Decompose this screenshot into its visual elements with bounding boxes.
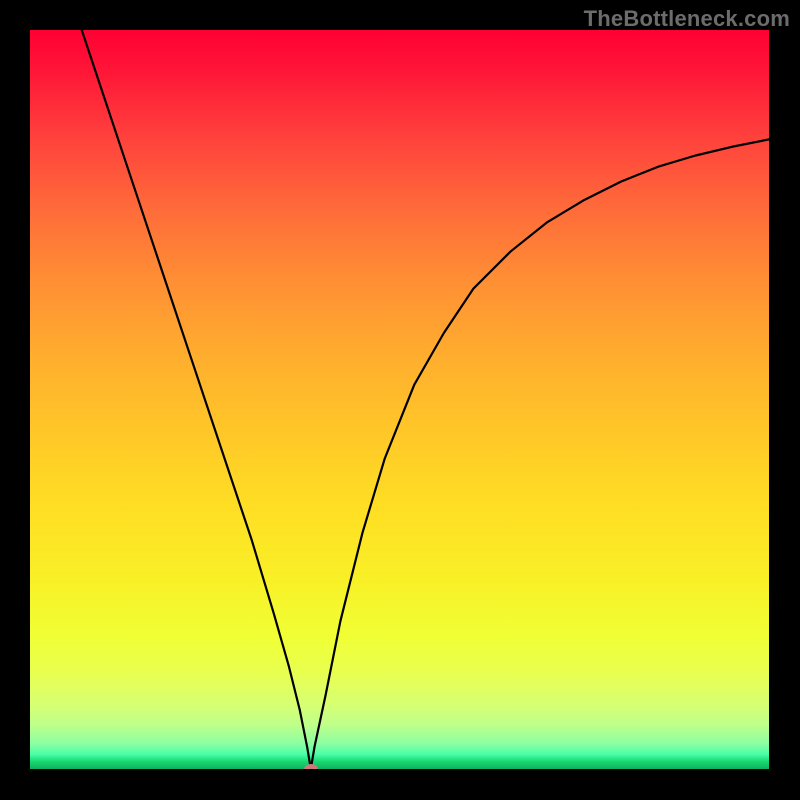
curve-layer bbox=[30, 30, 769, 769]
optimal-point-marker bbox=[304, 764, 318, 769]
chart-stage: TheBottleneck.com bbox=[0, 0, 800, 800]
watermark-text: TheBottleneck.com bbox=[584, 6, 790, 32]
plot-area bbox=[30, 30, 769, 769]
bottleneck-curve bbox=[82, 30, 769, 769]
